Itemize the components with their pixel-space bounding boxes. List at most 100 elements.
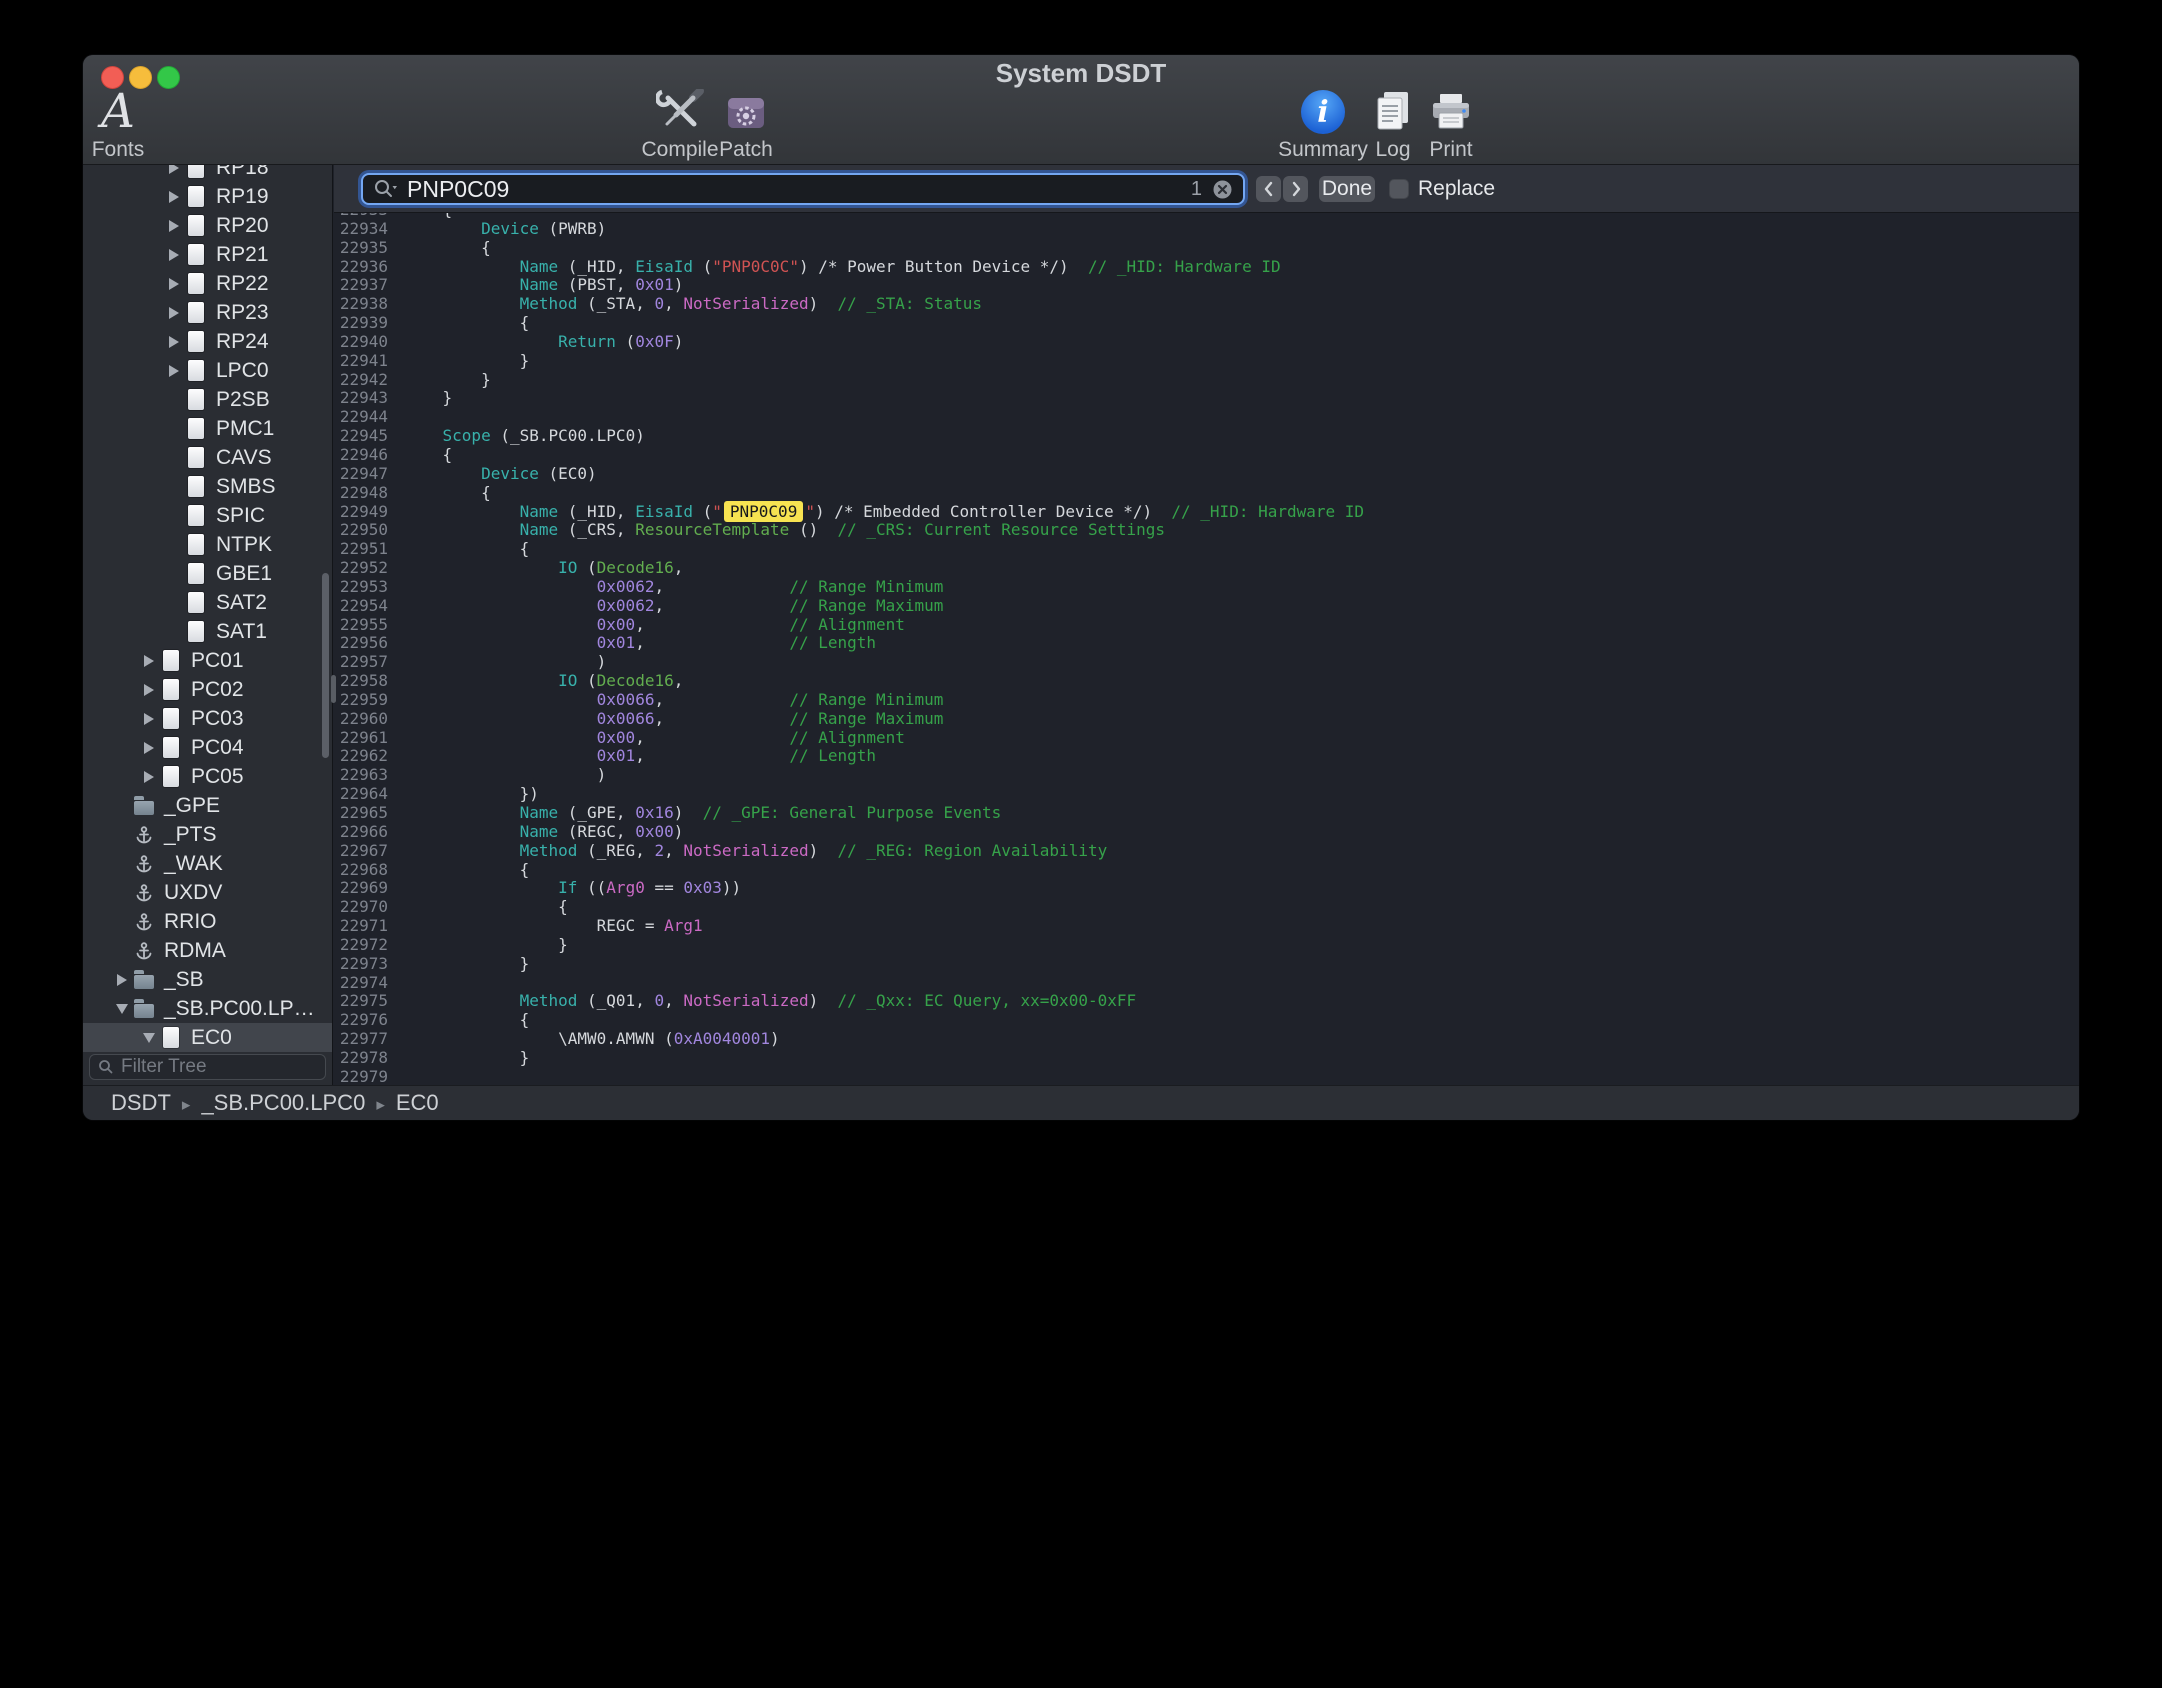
disclosure-right-icon[interactable]	[138, 646, 160, 675]
tree-item-CAVS[interactable]: CAVS	[83, 443, 332, 472]
disclosure-right-icon[interactable]	[163, 269, 185, 298]
line-number: 22963	[334, 766, 404, 785]
tree-item-RP21[interactable]: RP21	[83, 240, 332, 269]
disclosure-spacer	[163, 472, 185, 501]
tree-item-RP19[interactable]: RP19	[83, 182, 332, 211]
tree-item-LPC0[interactable]: LPC0	[83, 356, 332, 385]
tree-item-GBE1[interactable]: GBE1	[83, 559, 332, 588]
disclosure-right-icon[interactable]	[163, 165, 185, 182]
disclosure-right-icon[interactable]	[138, 704, 160, 733]
tree-item-_PTS[interactable]: _PTS	[83, 820, 332, 849]
code-line: 22948 {	[334, 484, 2079, 503]
disclosure-right-icon[interactable]	[163, 211, 185, 240]
tree-item-RP24[interactable]: RP24	[83, 327, 332, 356]
tree-item-PC01[interactable]: PC01	[83, 646, 332, 675]
line-number: 22960	[334, 710, 404, 729]
tree-item-PMC1[interactable]: PMC1	[83, 414, 332, 443]
tree-item-NTPK[interactable]: NTPK	[83, 530, 332, 559]
line-number: 22943	[334, 389, 404, 408]
tree-item-SMBS[interactable]: SMBS	[83, 472, 332, 501]
tree-item-label: CAVS	[216, 446, 272, 470]
done-button[interactable]: Done	[1319, 176, 1375, 202]
tree-item-PC02[interactable]: PC02	[83, 675, 332, 704]
disclosure-right-icon[interactable]	[163, 240, 185, 269]
line-number: 22976	[334, 1011, 404, 1030]
toolbar-print-button[interactable]: Print	[1417, 88, 1485, 162]
search-menu-icon[interactable]	[373, 178, 399, 200]
replace-label: Replace	[1418, 177, 1495, 201]
code-line: 22944	[334, 408, 2079, 427]
window-title: System DSDT	[83, 55, 2079, 92]
disclosure-spacer	[111, 820, 133, 849]
tree-item-label: PC05	[191, 765, 244, 789]
tree-item-label: _GPE	[164, 794, 220, 818]
tree-item-RP23[interactable]: RP23	[83, 298, 332, 327]
code-line: 22965 Name (_GPE, 0x16) // _GPE: General…	[334, 804, 2079, 823]
disclosure-right-icon[interactable]	[138, 762, 160, 791]
next-match-button[interactable]	[1283, 176, 1308, 202]
tree-item-PC04[interactable]: PC04	[83, 733, 332, 762]
toolbar-patch-button[interactable]: Patch	[704, 88, 788, 162]
toolbar-summary-button[interactable]: i Summary	[1279, 88, 1367, 162]
toolbar-fonts-button[interactable]: A Fonts	[83, 88, 153, 162]
code-line: 22973 }	[334, 955, 2079, 974]
code-text: IO (Decode16,	[404, 671, 683, 690]
code-line: 22942 }	[334, 371, 2079, 390]
code-text: Device (EC0)	[404, 464, 597, 483]
code-line: 22939 {	[334, 314, 2079, 333]
disclosure-down-icon[interactable]	[138, 1023, 160, 1052]
search-query-text: PNP0C09	[407, 176, 1191, 203]
disclosure-right-icon[interactable]	[163, 298, 185, 327]
tree-item-RDMA[interactable]: RDMA	[83, 936, 332, 965]
disclosure-spacer	[163, 617, 185, 646]
line-number: 22936	[334, 258, 404, 277]
filter-tree-input[interactable]: Filter Tree	[89, 1054, 326, 1080]
disclosure-right-icon[interactable]	[163, 327, 185, 356]
tree-item-_WAK[interactable]: _WAK	[83, 849, 332, 878]
tree-item-RP20[interactable]: RP20	[83, 211, 332, 240]
code-lines[interactable]: 22933 {22934 Device (PWRB)22935 {22936 N…	[334, 201, 2079, 1085]
tree-item-SAT1[interactable]: SAT1	[83, 617, 332, 646]
folder-icon	[133, 997, 155, 1021]
line-number: 22962	[334, 747, 404, 766]
tree-item-RP22[interactable]: RP22	[83, 269, 332, 298]
previous-match-button[interactable]	[1256, 176, 1281, 202]
code-text: {	[404, 238, 491, 257]
disclosure-right-icon[interactable]	[163, 356, 185, 385]
find-search-field[interactable]: PNP0C09 1	[361, 173, 1245, 205]
disclosure-right-icon[interactable]	[111, 965, 133, 994]
line-number: 22949	[334, 503, 404, 522]
tree-item-_GPE[interactable]: _GPE	[83, 791, 332, 820]
code-line: 22956 0x01, // Length	[334, 634, 2079, 653]
line-number: 22948	[334, 484, 404, 503]
tree-item-_SB[interactable]: _SB	[83, 965, 332, 994]
doc-icon	[185, 533, 207, 557]
disclosure-right-icon[interactable]	[138, 733, 160, 762]
code-text: )	[404, 765, 606, 784]
sidebar-scrollbar-thumb[interactable]	[322, 573, 329, 758]
tree-item-P2SB[interactable]: P2SB	[83, 385, 332, 414]
tree-item-PC03[interactable]: PC03	[83, 704, 332, 733]
code-text: {	[404, 445, 452, 464]
tree-item-label: PC01	[191, 649, 244, 673]
disclosure-down-icon[interactable]	[111, 994, 133, 1023]
zoom-button[interactable]	[157, 66, 180, 89]
code-text: 0x0062, // Range Maximum	[404, 596, 943, 615]
line-number: 22975	[334, 992, 404, 1011]
tree-item-UXDV[interactable]: UXDV	[83, 878, 332, 907]
tree-item-RRIO[interactable]: RRIO	[83, 907, 332, 936]
disclosure-right-icon[interactable]	[163, 182, 185, 211]
code-text: Name (_HID, EisaId ("PNP0C09") /* Embedd…	[404, 502, 1364, 521]
tree-item-RP18[interactable]: RP18	[83, 165, 332, 182]
splitter-handle[interactable]	[331, 675, 336, 703]
clear-search-button[interactable]	[1212, 179, 1233, 200]
tree-item-_SB.PC00.LP…[interactable]: _SB.PC00.LP…	[83, 994, 332, 1023]
replace-checkbox[interactable]	[1389, 179, 1409, 199]
disclosure-right-icon[interactable]	[138, 675, 160, 704]
tree-item-PC05[interactable]: PC05	[83, 762, 332, 791]
code-line: 22963 )	[334, 766, 2079, 785]
tree-item-SAT2[interactable]: SAT2	[83, 588, 332, 617]
tree-item-SPIC[interactable]: SPIC	[83, 501, 332, 530]
tree-item-EC0[interactable]: EC0	[83, 1023, 332, 1052]
patch-gear-icon	[723, 88, 769, 136]
